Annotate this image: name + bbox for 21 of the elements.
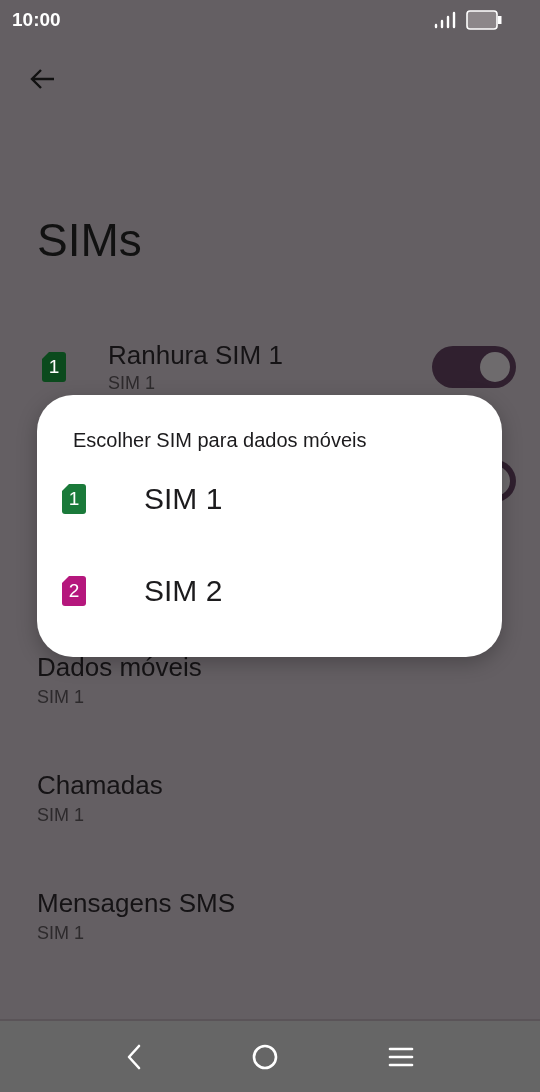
slot-subtitle: SIM 1 bbox=[108, 372, 156, 395]
dialog-title: Escolher SIM para dados móveis bbox=[73, 428, 368, 453]
preference-value: SIM 1 bbox=[37, 922, 85, 945]
slot-name: Ranhura SIM 1 bbox=[108, 339, 284, 371]
sim-card-icon: 1 bbox=[42, 352, 66, 382]
preference-title[interactable]: Chamadas bbox=[37, 769, 540, 801]
sim-option[interactable]: 1 SIM 1 bbox=[37, 453, 502, 545]
signal-icon bbox=[434, 11, 456, 29]
toggle-switch[interactable] bbox=[432, 346, 516, 388]
menu-icon[interactable] bbox=[388, 1045, 414, 1068]
back-icon[interactable] bbox=[126, 1043, 142, 1070]
sim-card-icon: 2 bbox=[62, 576, 86, 606]
preference-value: SIM 1 bbox=[37, 686, 85, 709]
sim-option[interactable]: 2 SIM 2 bbox=[37, 545, 502, 637]
page-title: SIMs bbox=[37, 214, 143, 266]
sim-card-icon: 1 bbox=[62, 484, 86, 514]
status-time: 10:00 bbox=[12, 9, 61, 31]
battery-icon bbox=[466, 10, 502, 30]
preference-value: SIM 1 bbox=[37, 804, 85, 827]
preference-title[interactable]: Mensagens SMS bbox=[37, 887, 540, 919]
home-icon[interactable] bbox=[252, 1043, 278, 1070]
